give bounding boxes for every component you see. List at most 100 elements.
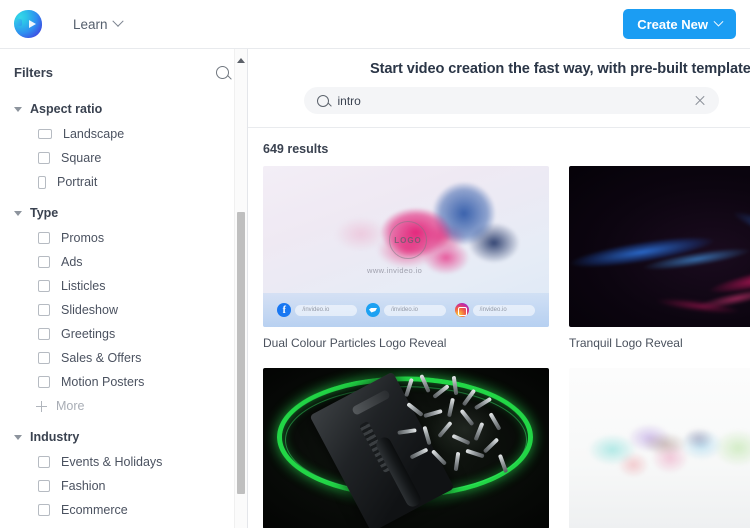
scrollbar-thumb[interactable] xyxy=(237,212,245,494)
brand-logo-icon[interactable] xyxy=(14,10,42,38)
plus-icon xyxy=(36,400,47,412)
checkbox-icon[interactable] xyxy=(38,280,50,292)
template-card[interactable]: 3D FPS gaming intro xyxy=(263,368,549,528)
filter-option-events-holidays[interactable]: Events & Holidays xyxy=(0,450,247,474)
template-thumbnail[interactable]: LOGO xyxy=(569,368,750,528)
results-count: 649 results xyxy=(263,142,329,156)
filter-option-label: Sales & Offers xyxy=(61,351,142,365)
checkbox-icon[interactable] xyxy=(38,328,50,340)
filter-option-label: Square xyxy=(61,151,102,165)
checkbox-square-icon[interactable] xyxy=(38,152,50,164)
filters-list: Filters Aspect ratio Landscape Square Po… xyxy=(0,49,247,528)
template-title: Tranquil Logo Reveal xyxy=(569,336,683,350)
template-title: Dual Colour Particles Logo Reveal xyxy=(263,336,447,350)
filter-option-slideshow[interactable]: Slideshow xyxy=(0,298,247,322)
checkbox-portrait-icon[interactable] xyxy=(38,175,46,189)
checkbox-icon[interactable] xyxy=(38,480,50,492)
instagram-icon xyxy=(454,303,469,317)
sidebar-scrollbar[interactable] xyxy=(234,49,247,528)
filter-group-type: Type Promos Ads Listicles Slideshow Gree… xyxy=(0,200,247,418)
filter-option-square[interactable]: Square xyxy=(0,146,247,170)
body-row: Filters Aspect ratio Landscape Square Po… xyxy=(0,49,750,528)
social-bar: /invideo.io /invideo.io /invideo.io xyxy=(263,293,549,327)
filter-option-sales-offers[interactable]: Sales & Offers xyxy=(0,346,247,370)
search-icon[interactable] xyxy=(216,66,229,79)
learn-menu[interactable]: Learn xyxy=(65,11,130,38)
social-handle: /invideo.io xyxy=(472,304,535,316)
social-handle: /invideo.io xyxy=(383,304,446,316)
template-thumbnail[interactable] xyxy=(263,368,549,528)
twitter-icon xyxy=(365,303,380,317)
checkbox-icon[interactable] xyxy=(38,352,50,364)
template-card[interactable]: LOGO Coloured Smoke Logo Reveal xyxy=(569,368,750,528)
social-handle: /invideo.io xyxy=(295,304,358,316)
template-thumbnail[interactable]: LOGO www.invideo.io /invideo.io /invideo… xyxy=(263,166,549,327)
site-url-text: www.invideo.io xyxy=(367,266,423,275)
filter-option-listicles[interactable]: Listicles xyxy=(0,274,247,298)
learn-menu-label: Learn xyxy=(73,16,108,32)
filter-option-promos[interactable]: Promos xyxy=(0,226,247,250)
filter-more-label: More xyxy=(56,399,85,413)
filter-option-ads[interactable]: Ads xyxy=(0,250,247,274)
filter-option-label: Events & Holidays xyxy=(61,455,163,469)
template-card[interactable]: LOGO www.invideo.io /invideo.io /invideo… xyxy=(263,166,549,350)
filter-group-header[interactable]: Aspect ratio xyxy=(0,96,247,122)
checkbox-icon[interactable] xyxy=(38,232,50,244)
scattered-bullets xyxy=(397,374,531,484)
filter-group-header[interactable]: Industry xyxy=(0,424,247,450)
filter-option-motion-posters[interactable]: Motion Posters xyxy=(0,370,247,394)
filter-option-label: Greetings xyxy=(61,327,116,341)
filter-option-label: Ads xyxy=(61,255,83,269)
app-root: Learn Create New Filters Aspect ratio La… xyxy=(0,0,750,528)
caret-down-icon xyxy=(14,434,22,440)
filter-more-button[interactable]: More xyxy=(0,394,247,418)
create-new-button[interactable]: Create New xyxy=(623,9,736,39)
filter-option-greetings[interactable]: Greetings xyxy=(0,322,247,346)
social-item-facebook: /invideo.io xyxy=(277,303,358,317)
template-search-box[interactable] xyxy=(303,87,719,114)
search-row xyxy=(248,77,750,127)
logo-placeholder-icon: LOGO xyxy=(389,221,427,259)
filters-sidebar: Filters Aspect ratio Landscape Square Po… xyxy=(0,49,248,528)
main-content: Start video creation the fast way, with … xyxy=(248,49,750,528)
checkbox-landscape-icon[interactable] xyxy=(38,129,52,139)
template-thumbnail[interactable]: LOGO www.invideo.io xyxy=(569,166,750,327)
caret-down-icon xyxy=(14,210,22,216)
filter-option-label: Promos xyxy=(61,231,105,245)
search-input[interactable] xyxy=(337,87,684,114)
checkbox-icon[interactable] xyxy=(38,456,50,468)
template-card[interactable]: LOGO www.invideo.io Tranquil Logo Reveal xyxy=(569,166,750,350)
checkbox-icon[interactable] xyxy=(38,504,50,516)
checkbox-icon[interactable] xyxy=(38,304,50,316)
filter-option-fashion[interactable]: Fashion xyxy=(0,474,247,498)
chevron-down-icon xyxy=(111,15,124,27)
scroll-up-arrow-icon[interactable] xyxy=(237,58,245,63)
filter-option-ecommerce[interactable]: Ecommerce xyxy=(0,498,247,522)
filter-option-label: Portrait xyxy=(57,175,98,189)
coloured-smoke-core xyxy=(617,416,737,472)
chevron-down-icon xyxy=(713,16,724,27)
filter-option-label: Ecommerce xyxy=(61,503,128,517)
main-header: Start video creation the fast way, with … xyxy=(248,49,750,128)
filter-option-label: Fashion xyxy=(61,479,106,493)
filter-option-portrait[interactable]: Portrait xyxy=(0,170,247,194)
filter-group-label: Type xyxy=(30,206,59,220)
clear-icon[interactable] xyxy=(693,94,707,108)
filters-title: Filters xyxy=(14,65,54,80)
filter-group-label: Aspect ratio xyxy=(30,102,103,116)
filter-option-label: Landscape xyxy=(63,127,125,141)
top-bar: Learn Create New xyxy=(0,0,750,49)
social-item-twitter: /invideo.io xyxy=(365,303,446,317)
checkbox-icon[interactable] xyxy=(38,256,50,268)
filter-group-industry: Industry Events & Holidays Fashion Ecomm… xyxy=(0,424,247,528)
filter-option-label: Motion Posters xyxy=(61,375,145,389)
filter-option-travel[interactable]: Travel xyxy=(0,522,247,528)
search-icon xyxy=(316,94,329,107)
filter-option-label: Slideshow xyxy=(61,303,118,317)
filter-option-label: Listicles xyxy=(61,279,106,293)
filter-group-label: Industry xyxy=(30,430,80,444)
filter-option-landscape[interactable]: Landscape xyxy=(0,122,247,146)
create-new-label: Create New xyxy=(637,16,708,32)
filter-group-header[interactable]: Type xyxy=(0,200,247,226)
checkbox-icon[interactable] xyxy=(38,376,50,388)
